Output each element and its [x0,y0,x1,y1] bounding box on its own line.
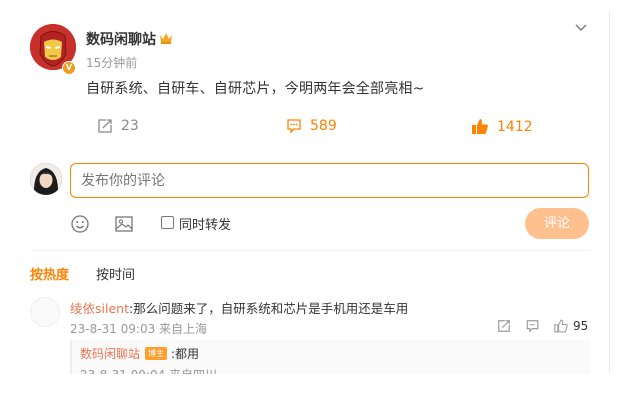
comment-meta: 23-8-31 09:03 来自上海 [70,322,208,336]
comment-like-button[interactable]: 95 [554,319,588,333]
like-count: 1412 [497,118,533,135]
comment-icon [287,119,301,134]
comment-text: :那么问题来了，自研系统和芯片是手机用还是车用 [128,301,409,316]
comment-button[interactable]: 589 [286,118,337,134]
reply-text: :都用 [171,347,200,361]
post-timestamp[interactable]: 15分钟前 [86,54,137,71]
repost-checkbox[interactable] [161,216,174,229]
commenter-avatar[interactable] [30,297,60,327]
thumbs-up-icon [472,119,488,134]
image-icon[interactable] [114,214,134,234]
current-user-avatar[interactable] [30,163,62,195]
divider [30,250,590,251]
tab-sort-time[interactable]: 按时间 [96,264,135,283]
comment-icon[interactable] [525,319,540,333]
commenter-name[interactable]: 绫依silent [70,301,129,316]
submit-comment-button[interactable]: 评论 [525,208,589,239]
tab-sort-hot[interactable]: 按热度 [30,264,69,283]
author-tag-badge: 博主 [145,347,168,360]
repost-icon [98,119,112,133]
chevron-down-icon[interactable] [574,22,588,34]
comment-input[interactable] [70,163,589,198]
card-border-right [609,10,610,374]
repost-icon[interactable] [497,319,511,333]
author-name[interactable]: 数码闲聊站 [86,29,156,49]
verified-badge: V [62,61,76,75]
reply-line: 数码闲聊站 博主 :都用 [80,345,199,362]
repost-count: 23 [121,118,139,134]
post-text: 自研系统、自研车、自研芯片，今明两年会全部亮相~ [86,81,425,97]
comment-actions: 95 [497,319,588,333]
emoji-icon[interactable] [70,214,90,234]
repost-checkbox-label[interactable]: 同时转发 [179,214,231,233]
comment-like-count: 95 [573,319,589,333]
comment-count: 589 [310,118,337,134]
reply-author-name[interactable]: 数码闲聊站 [80,345,140,362]
bottom-cutoff [11,374,611,402]
like-button[interactable]: 1412 [471,118,533,135]
crown-icon [160,33,172,44]
repost-button[interactable]: 23 [97,118,139,134]
thumbs-up-icon [554,319,568,333]
comment-line: 绫依silent:那么问题来了，自研系统和芯片是手机用还是车用 [70,298,408,317]
